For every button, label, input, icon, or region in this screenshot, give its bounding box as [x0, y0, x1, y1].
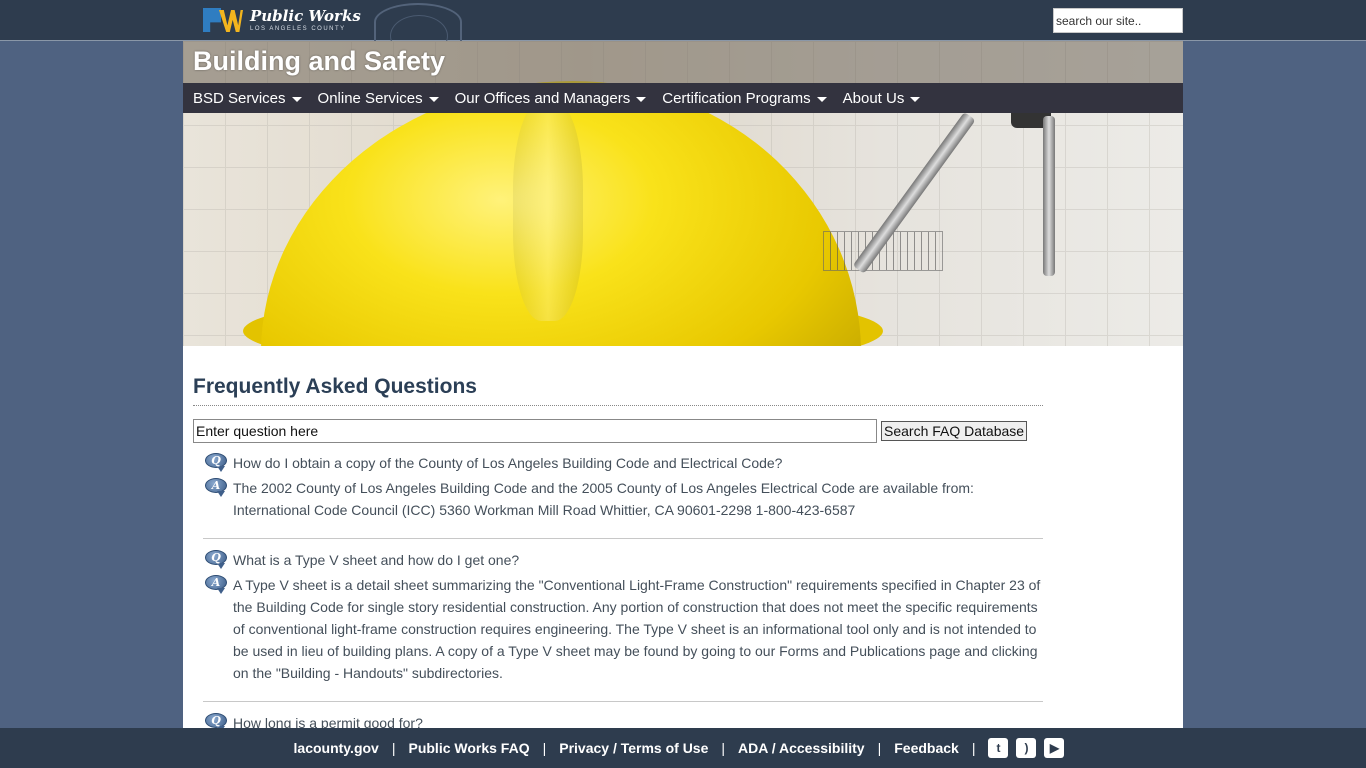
caret-down-icon	[816, 96, 827, 102]
faq-question: How long is a permit good for?	[233, 715, 423, 728]
faq-item: Q How do I obtain a copy of the County o…	[203, 452, 1043, 539]
faq-question: What is a Type V sheet and how do I get …	[233, 552, 520, 568]
footer-separator: |	[971, 740, 976, 756]
faq-question-row: Q How do I obtain a copy of the County o…	[203, 452, 1043, 474]
caret-down-icon	[636, 96, 647, 102]
footer-separator: |	[877, 740, 882, 756]
faq-item: Q What is a Type V sheet and how do I ge…	[203, 549, 1043, 702]
rss-icon[interactable]: )	[1016, 738, 1037, 758]
top-bar: Public Works LOS ANGELES COUNTY	[0, 0, 1366, 41]
nav-item-about-us[interactable]: About Us	[843, 90, 921, 107]
faq-item: Q How long is a permit good for?	[203, 712, 1043, 728]
logo-title: Public Works	[250, 6, 361, 25]
footer-link-accessibility[interactable]: ADA / Accessibility	[738, 740, 865, 756]
faq-question: How do I obtain a copy of the County of …	[233, 455, 783, 471]
nav-item-certification-programs[interactable]: Certification Programs	[662, 90, 827, 107]
nav-item-offices-managers[interactable]: Our Offices and Managers	[455, 90, 647, 107]
site-search-input[interactable]	[1053, 8, 1183, 33]
faq-answer: The 2002 County of Los Angeles Building …	[233, 480, 974, 518]
footer-link-public-works-faq[interactable]: Public Works FAQ	[408, 740, 529, 756]
faq-search-bar: Search FAQ Database	[193, 419, 1043, 443]
nav-item-bsd-services[interactable]: BSD Services	[193, 90, 302, 107]
faq-search-input[interactable]	[193, 419, 877, 443]
faq-question-row: Q What is a Type V sheet and how do I ge…	[203, 549, 1043, 571]
faq-search-button[interactable]: Search FAQ Database	[881, 421, 1028, 441]
question-icon: Q	[203, 549, 229, 571]
county-seal-icon	[374, 3, 462, 41]
caret-down-icon	[428, 96, 439, 102]
twitter-icon[interactable]: t	[988, 738, 1009, 758]
drafting-compass-image	[852, 96, 1083, 346]
faq-section: Frequently Asked Questions Search FAQ Da…	[193, 375, 1043, 728]
faq-heading: Frequently Asked Questions	[193, 375, 1043, 406]
footer-link-privacy[interactable]: Privacy / Terms of Use	[559, 740, 708, 756]
answer-icon: A	[203, 477, 229, 499]
footer: lacounty.gov | Public Works FAQ | Privac…	[0, 728, 1366, 768]
footer-separator: |	[721, 740, 726, 756]
faq-answer-row: A The 2002 County of Los Angeles Buildin…	[203, 477, 1043, 521]
question-icon: Q	[203, 712, 229, 728]
nav-item-online-services[interactable]: Online Services	[318, 90, 439, 107]
caret-down-icon	[910, 96, 921, 102]
footer-link-lacounty[interactable]: lacounty.gov	[294, 740, 379, 756]
faq-answer: A Type V sheet is a detail sheet summari…	[233, 577, 1041, 681]
question-icon: Q	[203, 452, 229, 474]
answer-icon: A	[203, 574, 229, 596]
faq-list: Q How do I obtain a copy of the County o…	[193, 452, 1043, 728]
footer-link-feedback[interactable]: Feedback	[894, 740, 959, 756]
faq-question-row: Q How long is a permit good for?	[203, 712, 1043, 728]
main-nav: BSD Services Online Services Our Offices…	[183, 83, 1183, 113]
banner-image: Building and Safety BSD Services Online …	[183, 41, 1183, 346]
page-title: Building and Safety	[193, 46, 446, 76]
faq-answer-row: A A Type V sheet is a detail sheet summa…	[203, 574, 1043, 684]
pw-logo-icon	[203, 8, 243, 32]
footer-separator: |	[391, 740, 396, 756]
main-container: Building and Safety BSD Services Online …	[183, 41, 1183, 728]
footer-separator: |	[542, 740, 547, 756]
public-works-logo[interactable]: Public Works LOS ANGELES COUNTY	[203, 7, 361, 33]
logo-subtitle: LOS ANGELES COUNTY	[250, 25, 346, 32]
youtube-icon[interactable]: ▶	[1044, 738, 1065, 758]
caret-down-icon	[291, 96, 302, 102]
